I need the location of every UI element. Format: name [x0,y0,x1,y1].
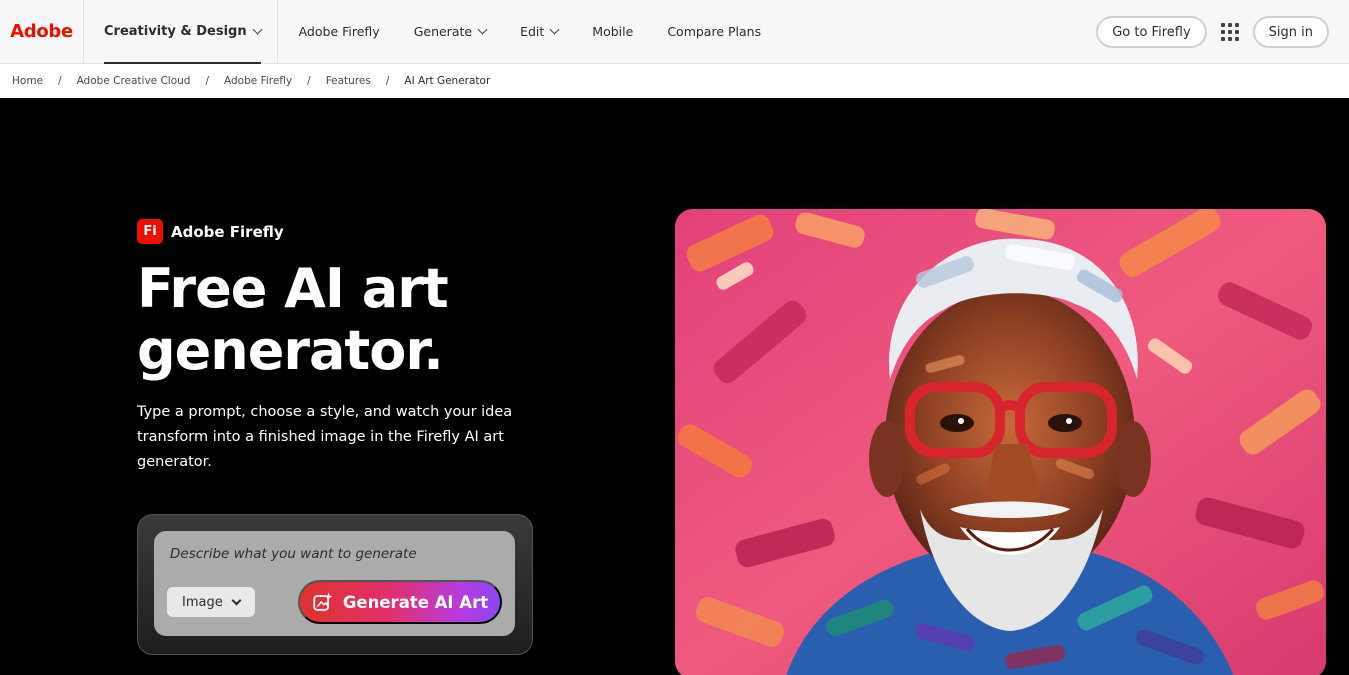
generate-button-label: Generate AI Art [342,592,489,612]
breadcrumb: Home / Adobe Creative Cloud / Adobe Fire… [0,64,1349,98]
portrait-artwork [675,209,1326,675]
breadcrumb-features[interactable]: Features [326,75,371,87]
firefly-logo-icon: Fi [137,219,163,244]
breadcrumb-creative-cloud[interactable]: Adobe Creative Cloud [77,75,191,87]
prompt-card: Image Generate AI Art [137,514,533,655]
generate-ai-art-button[interactable]: Generate AI Art [298,580,502,624]
breadcrumb-home[interactable]: Home [12,75,43,87]
nav-item-generate[interactable]: Generate [397,0,503,64]
nav-creativity-design[interactable]: Creativity & Design [84,0,278,64]
content-type-value: Image [182,594,223,610]
nav-item-label: Mobile [592,24,634,39]
nav-item-label: Compare Plans [667,24,762,39]
prompt-panel: Image Generate AI Art [154,531,515,636]
chevron-down-icon [252,24,263,35]
breadcrumb-separator: / [205,75,210,87]
ai-generated-portrait-image [675,209,1326,675]
prompt-input[interactable] [154,531,515,577]
top-navigation: Adobe Creativity & Design Adobe Firefly … [0,0,1349,64]
sparkle-image-icon [313,592,333,611]
nav-items: Adobe Firefly Generate Edit Mobile Compa… [282,0,779,64]
page-title: Free AI art generator. [137,257,449,382]
breadcrumb-separator: / [385,75,390,87]
breadcrumb-separator: / [307,75,311,87]
nav-item-mobile[interactable]: Mobile [575,0,650,64]
apps-grid-icon[interactable] [1220,23,1239,41]
nav-item-adobe-firefly[interactable]: Adobe Firefly [282,0,397,64]
sign-in-button[interactable]: Sign in [1252,16,1329,48]
chevron-down-icon [549,24,560,35]
nav-item-compare-plans[interactable]: Compare Plans [650,0,778,64]
breadcrumb-adobe-firefly[interactable]: Adobe Firefly [224,75,292,87]
go-to-firefly-button[interactable]: Go to Firefly [1096,16,1207,48]
content-type-select[interactable]: Image [167,587,255,617]
breadcrumb-separator: / [58,75,62,87]
hero-description: Type a prompt, choose a style, and watch… [137,404,513,470]
breadcrumb-current: AI Art Generator [404,75,491,87]
nav-creativity-design-label: Creativity & Design [104,24,247,39]
nav-item-label: Generate [413,24,473,39]
adobe-logo[interactable]: Adobe [0,0,84,64]
adobe-logo-text: Adobe [10,21,73,42]
nav-item-edit[interactable]: Edit [503,0,575,64]
firefly-brand-name: Adobe Firefly [171,222,284,241]
chevron-down-icon [477,24,488,35]
nav-item-label: Edit [520,24,545,39]
nav-item-label: Adobe Firefly [298,24,380,39]
firefly-brand: Fi Adobe Firefly [137,219,284,244]
chevron-down-icon [231,595,242,605]
nav-actions: Go to Firefly Sign in [1096,0,1329,64]
hero-section: Fi Adobe Firefly Free AI art generator. … [0,98,1349,675]
